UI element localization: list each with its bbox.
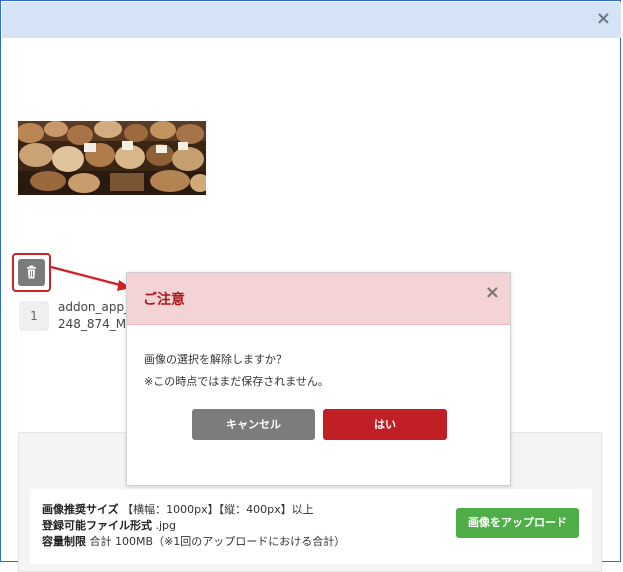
spec-format-value: .jpg bbox=[155, 519, 177, 532]
dialog-close-icon[interactable]: × bbox=[485, 282, 500, 303]
spec-format: 登録可能ファイル形式 .jpg bbox=[42, 517, 176, 533]
image-thumbnail bbox=[18, 121, 206, 195]
spec-capacity: 容量制限 合計 100MB（※1回のアップロードにおける合計） bbox=[42, 533, 345, 549]
image-filename: addon_app_248_874_M.jpg bbox=[58, 300, 131, 335]
dialog-header: ご注意 × bbox=[127, 273, 510, 325]
delete-image-button[interactable] bbox=[18, 259, 45, 286]
confirm-dialog: ご注意 × 画像の選択を解除しますか？ ※この時点ではまだ保存されません。 キャ… bbox=[126, 272, 511, 486]
yes-button[interactable]: はい bbox=[323, 409, 447, 440]
dialog-message-line2: ※この時点ではまだ保存されません。 bbox=[144, 375, 329, 388]
spec-size: 画像推奨サイズ 【横幅：1000px】【縦：400px】以上 bbox=[42, 501, 314, 517]
dialog-message-line1: 画像の選択を解除しますか？ bbox=[144, 353, 287, 366]
spec-size-label: 画像推奨サイズ bbox=[42, 503, 119, 516]
trash-highlight bbox=[12, 253, 51, 292]
upload-image-button[interactable]: 画像をアップロード bbox=[456, 508, 579, 538]
spec-size-value: 【横幅：1000px】【縦：400px】以上 bbox=[122, 503, 314, 516]
dialog-title: ご注意 bbox=[143, 292, 185, 308]
image-index-badge: 1 bbox=[19, 301, 49, 331]
bread-photo bbox=[18, 121, 206, 195]
dialog-message: 画像の選択を解除しますか？ ※この時点ではまだ保存されません。 bbox=[144, 349, 329, 393]
spec-format-label: 登録可能ファイル形式 bbox=[42, 519, 152, 532]
window-titlebar: × bbox=[2, 2, 621, 38]
spec-capacity-label: 容量制限 bbox=[42, 535, 86, 548]
spec-capacity-value: 合計 100MB（※1回のアップロードにおける合計） bbox=[89, 535, 346, 548]
trash-icon bbox=[27, 265, 36, 279]
window-close-icon[interactable]: × bbox=[596, 9, 611, 29]
cancel-button[interactable]: キャンセル bbox=[192, 409, 315, 440]
